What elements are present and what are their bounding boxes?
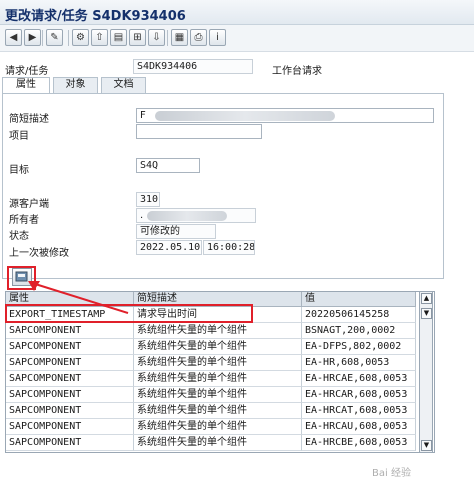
watermark-text: Bai 经验 [372, 468, 411, 479]
annotation-arrow [28, 281, 129, 314]
